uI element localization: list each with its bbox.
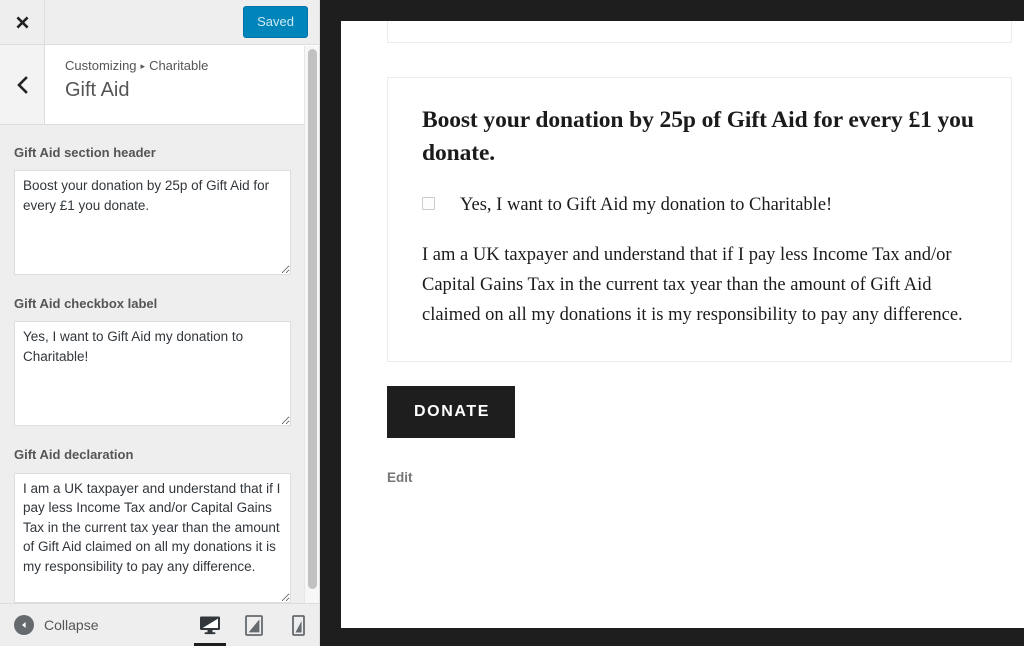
close-icon[interactable] [0,0,45,44]
preview-frame: Boost your donation by 25p of Gift Aid f… [320,0,1024,646]
breadcrumb-root: Customizing [65,58,137,73]
device-tablet-button[interactable] [232,604,276,646]
control-gift-aid-declaration: Gift Aid declaration [0,426,319,603]
control-gift-aid-checkbox-label: Gift Aid checkbox label [0,275,319,427]
collapse-button[interactable]: Collapse [0,604,98,646]
gift-aid-checkbox[interactable] [422,196,435,210]
control-label: Gift Aid checkbox label [14,296,158,312]
edit-link[interactable]: Edit [387,470,1024,485]
device-preview-switcher [188,604,319,646]
customizer-footer: Collapse [0,603,319,646]
control-gift-aid-section-header: Gift Aid section header [0,126,319,276]
form-section-above [387,21,1012,43]
customizer-header: Saved [0,0,319,45]
customizer-controls-list: Gift Aid section header Gift Aid checkbo… [0,126,319,603]
customizer-app: Saved Customizing ▸ Charitable Gift Aid Gi… [0,0,1024,646]
gift-aid-section-header-input[interactable] [14,170,291,276]
control-label: Gift Aid declaration [14,447,134,463]
back-chevron-icon[interactable] [0,45,45,124]
gift-aid-checkbox-row[interactable]: Yes, I want to Gift Aid my donation to C… [422,193,977,219]
gift-aid-declaration-input[interactable] [14,472,291,603]
gift-aid-heading: Boost your donation by 25p of Gift Aid f… [422,107,974,167]
device-mobile-button[interactable] [276,604,319,646]
breadcrumb-current: Charitable [149,58,209,73]
gift-aid-section: Boost your donation by 25p of Gift Aid f… [387,77,1012,362]
gift-aid-checkbox-label: Yes, I want to Gift Aid my donation to C… [460,194,833,215]
site-preview[interactable]: Boost your donation by 25p of Gift Aid f… [341,21,1024,628]
sidebar-scrollbar[interactable] [304,46,319,603]
donate-button[interactable]: DONATE [387,385,515,438]
sidebar-scrollbar-thumb[interactable] [308,49,317,589]
collapse-arrow-icon [14,615,34,635]
breadcrumb: Customizing ▸ Charitable [65,58,319,75]
donation-form: Boost your donation by 25p of Gift Aid f… [341,21,1024,485]
device-desktop-button[interactable] [188,604,232,646]
collapse-label: Collapse [44,617,99,633]
breadcrumb-separator-icon: ▸ [140,61,146,71]
customizer-sidebar: Saved Customizing ▸ Charitable Gift Aid Gi… [0,0,320,646]
control-label: Gift Aid section header [14,145,156,160]
page-title: Gift Aid [65,78,130,101]
gift-aid-checkbox-label-input[interactable] [14,321,291,427]
customizer-section-header: Customizing ▸ Charitable Gift Aid [0,45,319,125]
gift-aid-declaration-text: I am a UK taxpayer and understand that i… [422,244,963,325]
breadcrumb-and-title: Customizing ▸ Charitable Gift Aid [45,45,319,124]
save-button[interactable]: Saved [243,6,308,38]
